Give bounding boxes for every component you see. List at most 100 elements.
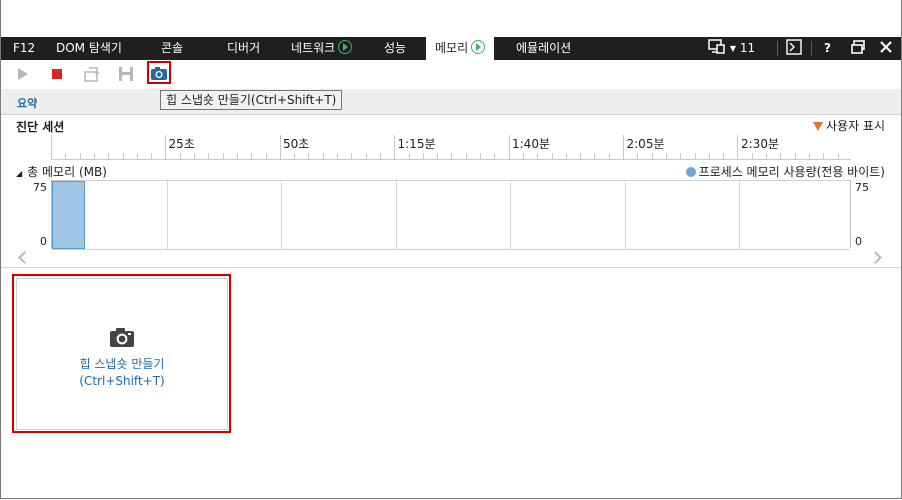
divider [1,267,901,268]
divider [811,41,812,56]
ruler-tick [608,153,610,159]
diagnostic-session-title: 진단 세션 [16,120,65,134]
save-icon[interactable] [116,64,136,84]
ruler-tick [322,153,324,159]
undock-icon [851,40,865,54]
memory-bar [52,181,85,249]
ruler-tick [637,153,639,159]
ruler-tick [422,153,424,159]
ruler-tick [694,153,696,159]
ruler-label: 50초 [283,137,310,151]
ruler-tick [51,135,52,159]
memory-chart[interactable] [52,180,850,250]
tab-summary[interactable]: 요약 [17,95,37,111]
ruler-tick [279,135,281,159]
ruler-tick [665,153,667,159]
summary-bar: 요약 [1,89,901,115]
ruler-tick [79,153,81,159]
console-icon [786,39,802,55]
ruler-tick [823,153,825,159]
ruler-tick [294,153,296,159]
import-icon[interactable] [82,64,102,84]
chart-gridline [166,181,168,249]
ruler-tick [222,153,224,159]
ruler-tick [337,153,338,159]
chart-gridline [395,181,397,249]
ruler-tick [236,153,238,159]
ruler-tick [480,153,481,159]
ruler-label: 25초 [168,137,195,151]
target-selector[interactable]: ▼ 11 [708,37,755,60]
tab-emulation[interactable]: 에뮬레이션 [516,37,571,60]
ruler-tick [565,153,567,159]
time-ruler[interactable]: 25초 50초 1:15분 1:40분 2:05분 2:30분 [51,135,851,160]
ruler-tick [465,153,467,159]
ruler-tick [723,153,725,159]
ruler-tick [808,153,810,159]
ruler-tick [365,153,367,159]
undock-button[interactable] [851,37,865,60]
target-count: 11 [739,41,756,55]
chart-gridline [510,181,511,249]
monitor-icon [708,39,725,54]
play-icon [338,40,353,54]
ruler-tick [408,153,410,159]
ruler-tick [837,153,839,159]
y-axis-min-right: 0 [855,235,862,248]
tab-memory[interactable]: 메모리 [426,37,494,60]
ruler-tick [308,153,310,159]
ruler-label: 1:15분 [397,137,436,151]
ruler-tick [165,135,167,159]
tab-dom-explorer[interactable]: DOM 탐색기 [56,37,122,60]
tab-console[interactable]: 콘솔 [161,37,183,60]
tab-performance[interactable]: 성능 [384,37,406,60]
ruler-tick [179,153,181,159]
tab-bar: F12 DOM 탐색기 콘솔 디버거 네트워크 성능 메모리 에뮬레이션 ▼ 1… [1,37,901,60]
ruler-tick [623,135,624,159]
y-axis-max-right: 75 [855,181,869,194]
ruler-tick [651,153,653,159]
tab-memory-label: 메모리 [435,41,469,55]
ruler-tick [494,153,496,159]
memory-chart-title: 총 메모리 (MB) [27,165,107,179]
ruler-tick [136,153,138,159]
help-button[interactable]: ? [824,37,831,60]
tab-debugger[interactable]: 디버거 [227,37,260,60]
ruler-tick [580,153,582,159]
ruler-tick [379,153,381,159]
tab-f12[interactable]: F12 [13,37,35,60]
ruler-label: 2:30분 [741,137,779,151]
ruler-tick [437,153,439,159]
chart-scrollbar[interactable] [18,250,882,266]
y-axis-line [850,180,851,248]
close-button[interactable] [880,37,892,60]
scroll-left-icon[interactable] [18,251,31,264]
ruler-tick [351,153,353,159]
scroll-right-icon[interactable] [869,251,882,264]
console-toggle-button[interactable] [786,37,802,60]
ruler-tick [508,135,510,159]
play-icon [471,40,486,54]
ruler-tick [594,153,596,159]
snapshot-tooltip: 힙 스냅숏 만들기(Ctrl+Shift+T) [160,90,343,110]
ruler-tick [551,153,553,159]
ruler-tick [737,135,739,159]
ruler-label: 2:05분 [626,137,665,151]
ruler-tick [751,153,753,159]
ruler-tick [151,153,153,159]
ruler-tick [708,153,710,159]
stop-profiling-icon[interactable] [47,64,67,84]
ruler-tick [93,153,95,159]
ruler-label: 1:40분 [512,137,550,151]
divider [777,41,778,56]
ruler-tick [394,135,396,159]
ruler-tick [65,153,67,159]
y-axis-max-left: 75 [33,181,47,194]
legend-label: 프로세스 메모리 사용량(전용 바이트) [698,165,885,179]
ruler-tick [251,153,253,159]
memory-chart-header[interactable]: ◢ 총 메모리 (MB) [16,163,107,180]
snapshot-button-highlight [147,61,171,84]
start-profiling-icon[interactable] [13,64,33,84]
tab-network[interactable]: 네트워크 [291,37,353,60]
user-marks-legend[interactable]: 사용자 표시 [812,117,885,134]
